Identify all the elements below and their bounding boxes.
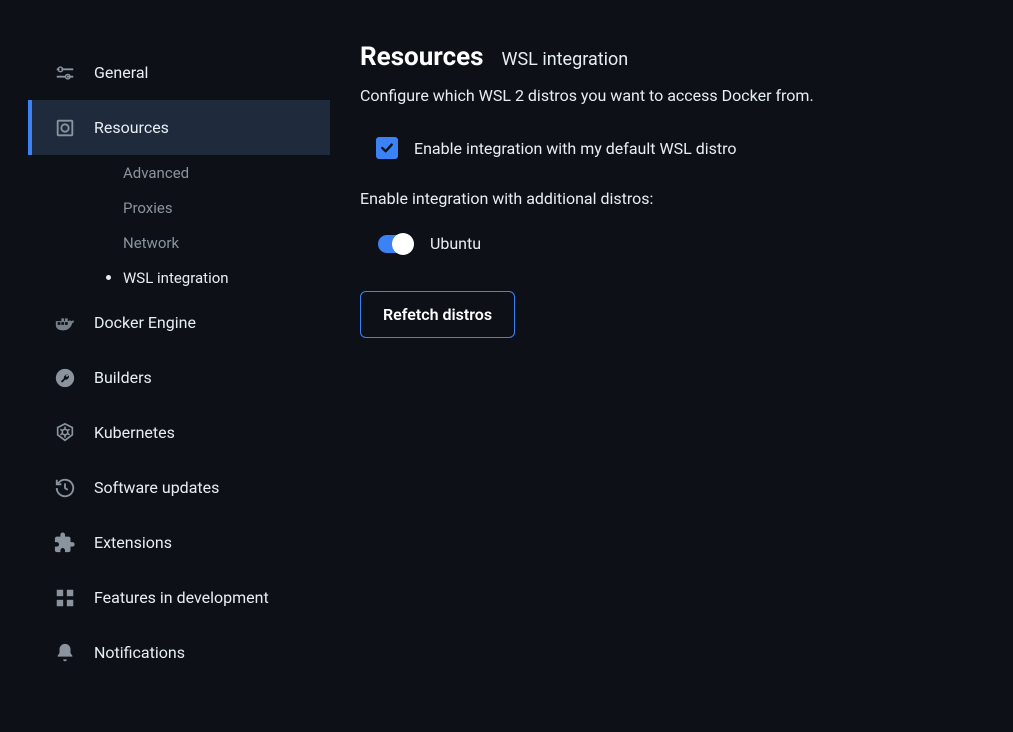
docker-icon (54, 312, 76, 334)
sidebar-item-label: Docker Engine (94, 313, 196, 332)
sidebar-item-label: Software updates (94, 478, 219, 497)
sidebar-subitem-label: Advanced (123, 164, 189, 182)
sidebar-item-docker-engine[interactable]: Docker Engine (28, 295, 330, 350)
sidebar-item-label: Builders (94, 368, 152, 387)
sidebar-item-label: Notifications (94, 643, 185, 662)
distro-name-label: Ubuntu (430, 234, 481, 253)
sidebar-subitem-advanced[interactable]: Advanced (28, 155, 330, 190)
refetch-distros-button[interactable]: Refetch distros (360, 291, 515, 338)
default-distro-row: Enable integration with my default WSL d… (360, 137, 983, 159)
check-icon (379, 140, 395, 156)
sidebar-subitem-network[interactable]: Network (28, 225, 330, 260)
resources-subitems: Advanced Proxies Network WSL integration (28, 155, 330, 295)
sidebar-subitem-wsl-integration[interactable]: WSL integration (28, 260, 330, 295)
main-content: Resources WSL integration Configure whic… (330, 0, 1013, 732)
sidebar-item-extensions[interactable]: Extensions (28, 515, 330, 570)
sidebar-item-kubernetes[interactable]: Kubernetes (28, 405, 330, 460)
page-description: Configure which WSL 2 distros you want t… (360, 86, 983, 105)
distro-row-ubuntu: Ubuntu (360, 234, 983, 253)
sidebar-item-notifications[interactable]: Notifications (28, 625, 330, 680)
kubernetes-icon (54, 422, 76, 444)
sidebar-item-resources[interactable]: Resources (28, 100, 330, 155)
sidebar-item-label: Resources (94, 118, 169, 137)
resources-icon (54, 117, 76, 139)
enable-default-checkbox[interactable] (376, 137, 398, 159)
page-title: Resources (360, 42, 484, 72)
sidebar-subitem-label: Network (123, 234, 179, 252)
sidebar-item-features-development[interactable]: Features in development (28, 570, 330, 625)
ubuntu-toggle[interactable] (378, 235, 412, 253)
sidebar-item-label: Kubernetes (94, 423, 175, 442)
sidebar-item-builders[interactable]: Builders (28, 350, 330, 405)
sidebar-subitem-label: WSL integration (123, 269, 229, 287)
sidebar-item-software-updates[interactable]: Software updates (28, 460, 330, 515)
additional-distros-text: Enable integration with additional distr… (360, 189, 983, 208)
sidebar-item-general[interactable]: General (28, 45, 330, 100)
settings-sidebar: General Resources Advanced Proxies Netwo… (0, 0, 330, 732)
sidebar-subitem-label: Proxies (123, 199, 173, 217)
sliders-icon (54, 62, 76, 84)
history-icon (54, 477, 76, 499)
bell-icon (54, 642, 76, 664)
checkbox-label: Enable integration with my default WSL d… (414, 139, 737, 158)
page-header: Resources WSL integration (360, 42, 983, 72)
sidebar-item-label: General (94, 63, 148, 82)
toggle-knob (392, 233, 414, 255)
puzzle-icon (54, 532, 76, 554)
sidebar-item-label: Features in development (94, 588, 269, 607)
sidebar-item-label: Extensions (94, 533, 172, 552)
page-subtitle: WSL integration (502, 49, 629, 70)
wrench-icon (54, 367, 76, 389)
grid-icon (54, 587, 76, 609)
sidebar-subitem-proxies[interactable]: Proxies (28, 190, 330, 225)
